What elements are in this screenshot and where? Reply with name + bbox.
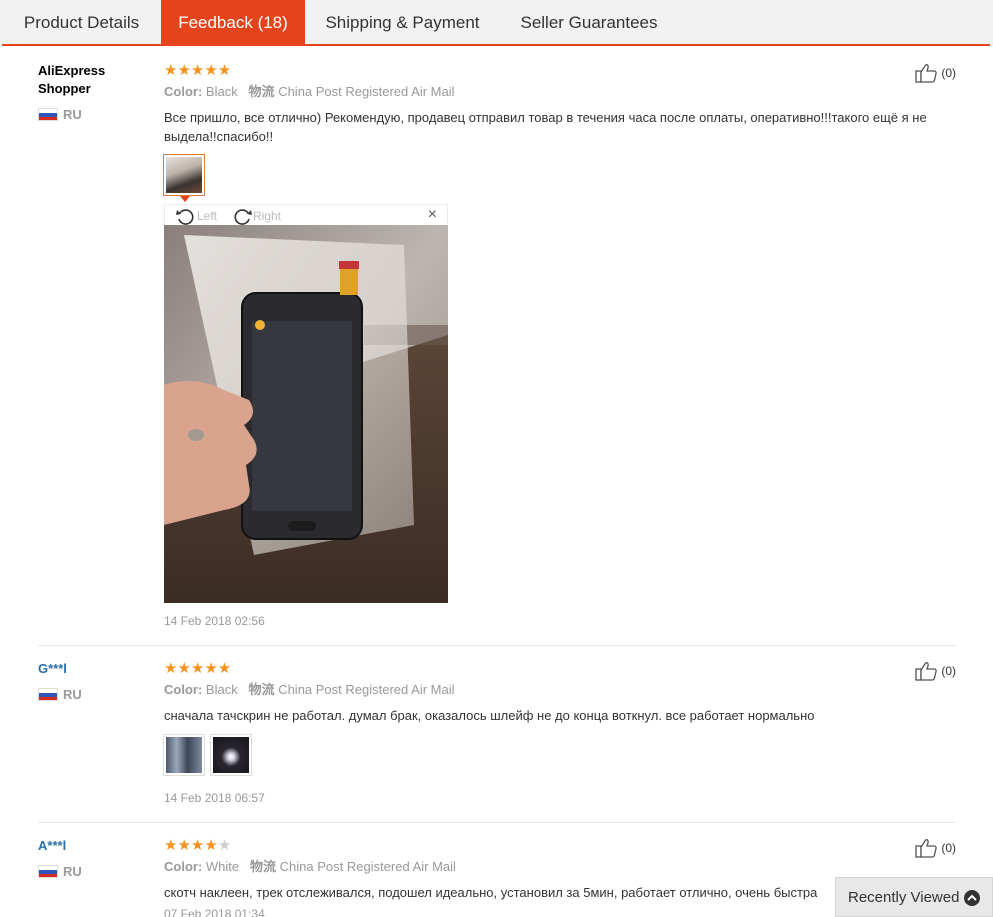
thumbs-up-icon xyxy=(915,64,938,83)
rotate-left-button[interactable]: Left xyxy=(175,207,217,225)
color-value: Black xyxy=(205,682,238,697)
helpful-button[interactable]: (0) xyxy=(915,661,956,681)
review-meta: Color: Black 物流 China Post Registered Ai… xyxy=(164,83,455,101)
logistics-label: 物流 xyxy=(249,859,276,874)
photo-thumbnail-image xyxy=(213,737,249,773)
logistics-value: China Post Registered Air Mail xyxy=(279,859,456,874)
rotate-right-label: Right xyxy=(253,209,282,223)
tab-bar: Product Details Feedback (18) Shipping &… xyxy=(0,0,993,46)
tab-feedback[interactable]: Feedback (18) xyxy=(161,0,305,45)
rotate-left-label: Left xyxy=(197,209,218,223)
review-photo-thumbnail[interactable] xyxy=(163,734,205,776)
photo-thumbnail-image xyxy=(166,737,202,773)
logistics-value: China Post Registered Air Mail xyxy=(278,84,455,99)
rotate-right-button[interactable]: Right xyxy=(231,207,281,225)
review-text: Все пришло, все отлично) Рекомендую, про… xyxy=(164,110,927,144)
review-date: 07 Feb 2018 01:34 xyxy=(164,907,265,917)
review-photo-large xyxy=(164,225,448,603)
flag-icon xyxy=(38,865,58,878)
review-divider xyxy=(38,822,956,823)
review-date: 14 Feb 2018 02:56 xyxy=(164,614,265,628)
photo-viewer-toolbar: Left Right × xyxy=(164,204,448,225)
review-photo-thumbnail[interactable] xyxy=(163,154,205,196)
rotate-left-icon xyxy=(176,209,194,225)
review-text: сначала тачскрин не работал. думал брак,… xyxy=(164,708,815,723)
filled-stars: ★★★★★ xyxy=(164,660,232,677)
thumbs-up-icon xyxy=(915,839,938,858)
country-code: RU xyxy=(63,107,82,122)
photo-thumbnail-image xyxy=(166,157,202,193)
helpful-count: (0) xyxy=(941,66,956,80)
review-date: 14 Feb 2018 06:57 xyxy=(164,791,265,805)
review-photo-image xyxy=(164,225,448,603)
star-rating: ★★★★★ xyxy=(164,661,231,676)
chevron-up-icon[interactable] xyxy=(964,890,980,906)
flag-icon xyxy=(38,688,58,701)
star-rating: ★★★★★ xyxy=(164,63,231,78)
review-meta: Color: White 物流 China Post Registered Ai… xyxy=(164,858,456,876)
thumbs-up-icon xyxy=(915,662,938,681)
review-text: скотч наклеен, трек отслеживался, подоше… xyxy=(164,885,818,900)
color-label: Color: xyxy=(164,84,203,99)
tab-shipping-payment[interactable]: Shipping & Payment xyxy=(305,0,500,45)
color-label: Color: xyxy=(164,859,203,874)
tab-seller-guarantees[interactable]: Seller Guarantees xyxy=(500,0,678,45)
color-value: Black xyxy=(205,84,238,99)
tab-underline xyxy=(2,44,990,46)
filled-stars: ★★★★ xyxy=(164,837,218,854)
country-code: RU xyxy=(63,687,82,702)
helpful-button[interactable]: (0) xyxy=(915,838,956,858)
reviewer-name[interactable]: G***l xyxy=(38,660,67,678)
color-label: Color: xyxy=(164,682,203,697)
country-code: RU xyxy=(63,864,82,879)
color-value: White xyxy=(205,859,240,874)
review-divider xyxy=(38,645,956,646)
filled-stars: ★★★★★ xyxy=(164,62,232,79)
review-item: A***l RU ★★★★★ Color: White 物流 China Pos… xyxy=(38,835,956,917)
recently-viewed-panel[interactable]: Recently Viewed xyxy=(835,877,993,917)
review-photo-thumbnail[interactable] xyxy=(210,734,252,776)
close-viewer-button[interactable]: × xyxy=(428,206,437,224)
helpful-count: (0) xyxy=(941,841,956,855)
recently-viewed-label: Recently Viewed xyxy=(848,888,960,906)
review-meta: Color: Black 物流 China Post Registered Ai… xyxy=(164,681,455,699)
reviewer-name: AliExpress Shopper xyxy=(38,63,106,96)
logistics-label: 物流 xyxy=(248,84,275,99)
reviewer-country: RU xyxy=(38,687,82,702)
reviewer-name[interactable]: A***l xyxy=(38,837,66,855)
logistics-value: China Post Registered Air Mail xyxy=(278,682,455,697)
tab-product-details[interactable]: Product Details xyxy=(2,0,161,45)
flag-icon xyxy=(38,108,58,121)
helpful-count: (0) xyxy=(941,664,956,678)
reviewer-country: RU xyxy=(38,864,82,879)
star-rating: ★★★★★ xyxy=(164,838,231,853)
reviewer-country: RU xyxy=(38,107,82,122)
selected-indicator xyxy=(180,196,190,202)
empty-stars: ★ xyxy=(217,837,232,854)
rotate-right-icon xyxy=(234,209,252,225)
helpful-button[interactable]: (0) xyxy=(915,63,956,83)
logistics-label: 物流 xyxy=(248,682,275,697)
